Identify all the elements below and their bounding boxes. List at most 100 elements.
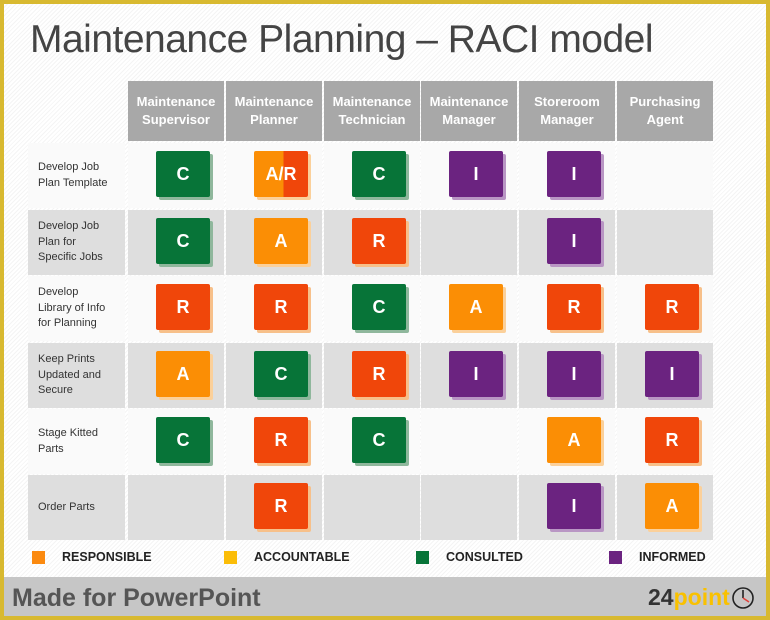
raci-cell: I [519,475,615,540]
legend-swatch [416,551,429,564]
row-label-text: Order Parts [38,500,95,513]
column-header: Maintenance Technician [324,81,420,141]
row-label-text: Develop Job Plan Template [38,161,108,189]
raci-cell: A [421,276,517,341]
raci-cell: R [519,276,615,341]
raci-cell: R [226,276,322,341]
raci-tile-c: C [352,417,406,463]
raci-tile-r: R [254,417,308,463]
raci-cell: R [324,343,420,408]
raci-cell [128,475,224,540]
raci-cell: A [617,475,713,540]
legend-swatch [32,551,45,564]
column-header: Purchasing Agent [617,81,713,141]
raci-tile-a: A [449,284,503,330]
raci-cell: A/R [226,143,322,208]
raci-cell: A [128,343,224,408]
raci-tile-ar: A/R [254,151,308,197]
raci-cell [421,475,517,540]
column-header-label: Purchasing Agent [629,94,701,127]
raci-tile-i: I [547,351,601,397]
raci-tile-i: I [449,351,503,397]
row-label: Keep Prints Updated and Secure [28,343,125,408]
column-header: Maintenance Manager [421,81,517,141]
brand-word: point [673,584,730,610]
raci-tile-r: R [645,417,699,463]
raci-tile-r: R [352,351,406,397]
raci-tile-c: C [352,284,406,330]
raci-tile-i: I [547,218,601,264]
raci-cell: I [421,143,517,208]
column-header-label: Maintenance Supervisor [136,94,216,127]
raci-cell: C [324,143,420,208]
raci-cell: I [519,210,615,275]
raci-tile-c: C [352,151,406,197]
footer-text: Made for PowerPoint [12,584,261,612]
raci-cell: C [324,276,420,341]
row-label-text: Develop Job Plan for Specific Jobs [38,220,103,264]
column-header: Storeroom Manager [519,81,615,141]
legend-label: RESPONSIBLE [62,550,152,564]
raci-cell: R [617,276,713,341]
row-label: Develop Job Plan for Specific Jobs [28,210,125,275]
raci-cell: A [226,210,322,275]
raci-cell: R [226,475,322,540]
legend-label: ACCOUNTABLE [254,550,350,564]
raci-tile-a: A [254,218,308,264]
raci-cell: R [226,409,322,474]
raci-cell: A [519,409,615,474]
raci-tile-r: R [156,284,210,330]
raci-cell: R [128,276,224,341]
raci-tile-r: R [352,218,406,264]
raci-cell: C [128,210,224,275]
raci-cell [617,210,713,275]
raci-tile-i: I [645,351,699,397]
row-label: Order Parts [28,475,125,540]
row-label: Develop Job Plan Template [28,143,125,208]
raci-tile-r: R [645,284,699,330]
raci-cell [617,143,713,208]
raci-cell [324,475,420,540]
page-title: Maintenance Planning – RACI model [30,18,654,61]
column-header-label: Maintenance Manager [429,94,509,127]
row-label-text: Stage Kitted Parts [38,427,98,455]
raci-tile-c: C [254,351,308,397]
raci-tile-c: C [156,151,210,197]
clock-icon [731,586,754,609]
raci-tile-i: I [547,483,601,529]
legend-swatch [609,551,622,564]
raci-tile-i: I [547,151,601,197]
column-header: Maintenance Planner [226,81,322,141]
raci-cell: C [226,343,322,408]
brand-number: 24 [648,584,674,610]
raci-tile-r: R [254,483,308,529]
raci-tile-c: C [156,417,210,463]
raci-tile-i: I [449,151,503,197]
row-label: Stage Kitted Parts [28,409,125,474]
raci-cell: R [617,409,713,474]
raci-cell [421,409,517,474]
raci-cell: I [617,343,713,408]
legend-label: CONSULTED [446,550,523,564]
row-label-text: Develop Library of Info for Planning [38,286,106,330]
raci-tile-r: R [254,284,308,330]
legend-swatch [224,551,237,564]
row-label: Develop Library of Info for Planning [28,276,125,341]
raci-cell: C [128,143,224,208]
column-header-label: Maintenance Technician [332,94,412,127]
raci-cell: I [519,343,615,408]
legend-label: INFORMED [639,550,706,564]
raci-tile-a: A [645,483,699,529]
raci-cell: I [519,143,615,208]
raci-tile-r: R [547,284,601,330]
column-header: Maintenance Supervisor [128,81,224,141]
raci-tile-a: A [547,417,601,463]
raci-cell: I [421,343,517,408]
raci-tile-a: A [156,351,210,397]
column-header-label: Maintenance Planner [234,94,314,127]
brand-logo: 24 point [648,584,755,611]
raci-cell: C [324,409,420,474]
raci-cell: R [324,210,420,275]
raci-cell: C [128,409,224,474]
raci-cell [421,210,517,275]
